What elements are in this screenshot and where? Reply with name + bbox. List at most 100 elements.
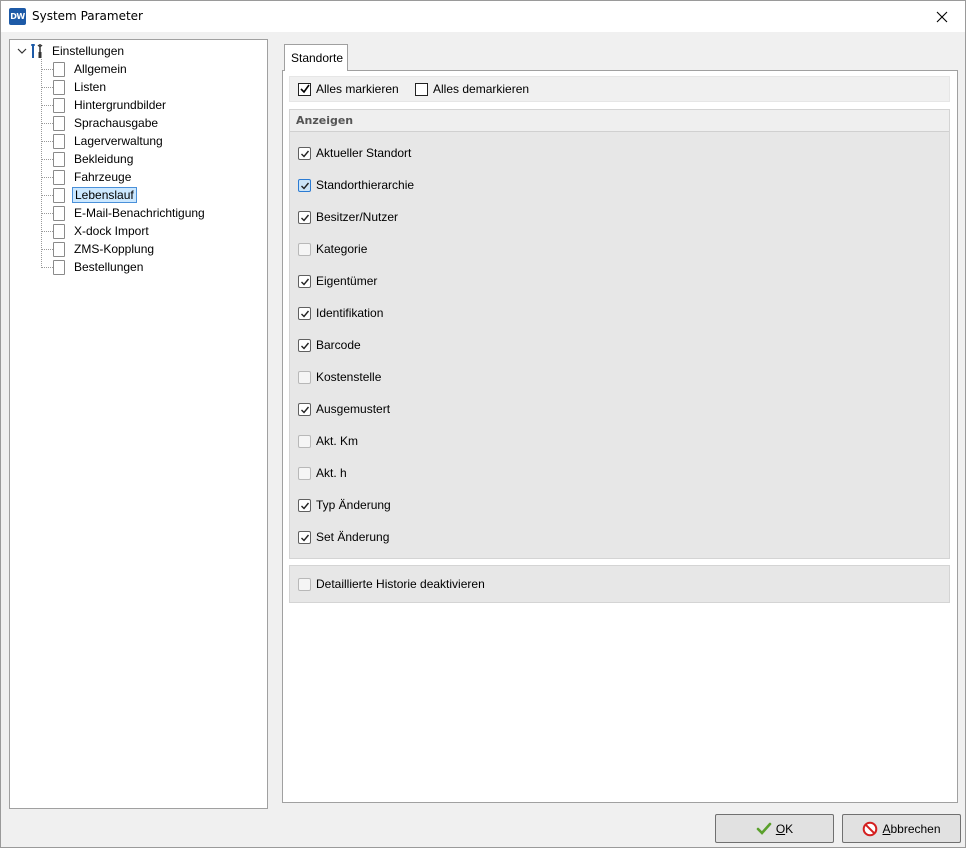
option-checkbox[interactable] [298,178,311,192]
tree-item-label: Fahrzeuge [74,170,132,184]
checkmark-icon [301,150,310,158]
tab-standorte[interactable]: Standorte [284,44,348,71]
tree-item[interactable]: Allgemein [41,60,129,78]
option-checkbox-row[interactable]: Ausgemustert [298,401,390,417]
tree-item[interactable]: Bekleidung [41,150,135,168]
option-checkbox-row[interactable]: Akt. h [298,465,347,481]
option-checkbox[interactable] [298,306,311,320]
page-icon [53,187,65,203]
page-icon [53,97,65,113]
checkmark-icon [301,502,310,510]
option-checkbox-row[interactable]: Aktueller Standort [298,145,411,161]
close-button[interactable] [919,1,965,32]
checkmark-icon [301,182,310,190]
history-checkbox-row[interactable]: Detaillierte Historie deaktivieren [298,576,485,592]
tree-item[interactable]: E-Mail-Benachrichtigung [41,204,207,222]
tree-item[interactable]: Lebenslauf [41,186,137,204]
cancel-icon [863,821,878,836]
tree-connector [41,194,53,196]
mark-all-label: Alles markieren [316,82,399,96]
tree-connector [41,68,53,70]
option-checkbox[interactable] [298,466,311,480]
cancel-button[interactable]: Abbrechen [842,814,961,843]
tree-connector [41,266,53,268]
page-icon [53,115,65,131]
tree-item-label: Allgemein [74,62,127,76]
tree-item[interactable]: Lagerverwaltung [41,132,165,150]
tree-item[interactable]: Bestellungen [41,258,145,276]
close-icon [936,11,948,22]
option-checkbox[interactable] [298,274,311,288]
unmark-all-label: Alles demarkieren [433,82,530,96]
tree-connector [41,248,53,250]
option-checkbox-row[interactable]: Kostenstelle [298,369,381,385]
tree-item[interactable]: Fahrzeuge [41,168,133,186]
selection-toolbar: Alles markieren Alles demarkieren [289,76,950,102]
tree-item[interactable]: Sprachausgabe [41,114,160,132]
tree-connector [41,230,53,232]
option-label: Typ Änderung [316,498,391,512]
option-label: Ausgemustert [316,402,391,416]
tree-connector [41,140,53,142]
option-label: Aktueller Standort [316,146,412,160]
tree-item[interactable]: Listen [41,78,108,96]
cancel-label: Abbrechen [882,821,941,836]
tree-item[interactable]: X-dock Import [41,222,151,240]
checkmark-icon [301,214,310,222]
option-label: Identifikation [316,306,384,320]
tree-item[interactable]: ZMS-Kopplung [41,240,156,258]
tree-item[interactable]: Hintergrundbilder [41,96,168,114]
tree-item-label: Bekleidung [74,152,134,166]
empty-box-icon [415,82,428,96]
option-checkbox-row[interactable]: Besitzer/Nutzer [298,209,398,225]
option-checkbox-row[interactable]: Identifikation [298,305,383,321]
option-checkbox[interactable] [298,146,311,160]
option-checkbox[interactable] [298,210,311,224]
option-checkbox-row[interactable]: Standorthierarchie [298,177,414,193]
history-checkbox-label: Detaillierte Historie deaktivieren [316,577,485,591]
tree-item-label: Listen [74,80,107,94]
page-icon [53,259,65,275]
tab-label: Standorte [291,51,344,65]
checkmark-icon [301,310,310,318]
chevron-down-icon[interactable] [16,45,28,57]
option-checkbox[interactable] [298,434,311,448]
tree-item-label: Hintergrundbilder [74,98,167,112]
history-checkbox[interactable] [298,577,311,591]
tree-connector [41,86,53,88]
tree-item-label: Sprachausgabe [74,116,159,130]
tree-root-einstellungen[interactable]: Einstellungen [16,42,126,60]
ok-button[interactable]: OK [715,814,834,843]
tree-item-label: Lagerverwaltung [74,134,163,148]
option-checkbox[interactable] [298,242,311,256]
checked-box-icon [298,82,311,96]
tree-connector [41,158,53,160]
option-checkbox-row[interactable]: Barcode [298,337,361,353]
option-label: Set Änderung [316,530,390,544]
settings-tree[interactable]: Einstellungen Allgemein Listen Hintergrund… [9,39,268,809]
option-checkbox-row[interactable]: Set Änderung [298,529,389,545]
option-checkbox-row[interactable]: Typ Änderung [298,497,391,513]
option-label: Barcode [316,338,361,352]
app-logo-icon: DW [9,8,26,25]
option-checkbox[interactable] [298,498,311,512]
tree-connector [41,104,53,106]
history-group: Detaillierte Historie deaktivieren [289,565,950,603]
checkmark-icon [301,406,310,414]
option-checkbox-row[interactable]: Kategorie [298,241,367,257]
mark-all-button[interactable]: Alles markieren [298,82,399,96]
option-checkbox[interactable] [298,402,311,416]
page-icon [53,223,65,239]
tree-item-label: ZMS-Kopplung [74,242,155,256]
option-label: Kostenstelle [316,370,382,384]
option-checkbox-row[interactable]: Akt. Km [298,433,358,449]
tree-item-label: X-dock Import [74,224,149,238]
option-checkbox[interactable] [298,530,311,544]
option-checkbox-row[interactable]: Eigentümer [298,273,377,289]
option-checkbox[interactable] [298,370,311,384]
checkmark-icon [301,342,310,350]
option-checkbox[interactable] [298,338,311,352]
option-label: Akt. h [316,466,347,480]
unmark-all-button[interactable]: Alles demarkieren [415,82,529,96]
page-icon [53,151,65,167]
